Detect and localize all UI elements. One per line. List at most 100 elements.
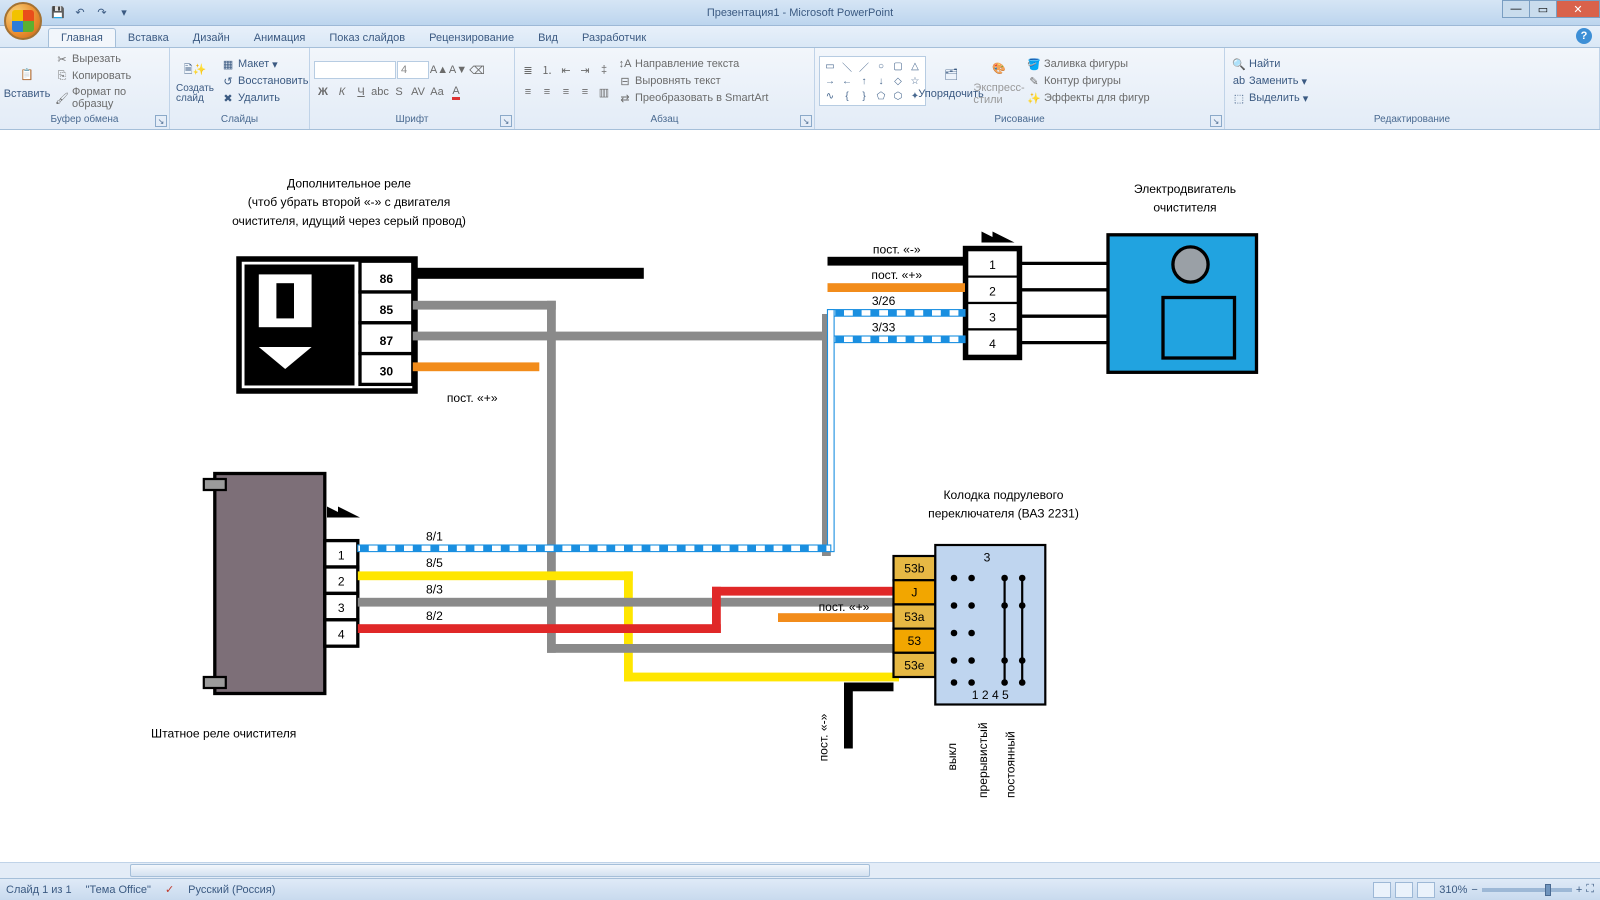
normal-view-button[interactable] xyxy=(1373,882,1391,898)
shape-line-icon[interactable]: ＼ xyxy=(839,59,855,73)
tab-developer[interactable]: Разработчик xyxy=(570,29,658,47)
align-left-button[interactable]: ≡ xyxy=(519,83,537,101)
paragraph-launcher[interactable]: ↘ xyxy=(800,115,812,127)
line-spacing-button[interactable]: ‡ xyxy=(595,61,613,79)
zoom-out-button[interactable]: − xyxy=(1471,884,1477,896)
tab-animation[interactable]: Анимация xyxy=(242,29,318,47)
save-icon[interactable]: 💾 xyxy=(50,5,66,21)
cut-button[interactable]: ✂Вырезать xyxy=(52,51,165,67)
shape-oval-icon[interactable]: ○ xyxy=(873,59,889,73)
slide-workspace[interactable]: Дополнительное реле (чтоб убрать второй … xyxy=(0,130,1600,878)
tab-design[interactable]: Дизайн xyxy=(181,29,242,47)
shape-effects-button[interactable]: ✨Эффекты для фигур xyxy=(1024,90,1153,106)
strike-button[interactable]: abc xyxy=(371,83,389,101)
case-button[interactable]: Aa xyxy=(428,83,446,101)
zoom-in-button[interactable]: + xyxy=(1576,884,1582,896)
shape-hex-icon[interactable]: ⬡ xyxy=(890,89,906,103)
align-center-button[interactable]: ≡ xyxy=(538,83,556,101)
clear-format-button[interactable]: ⌫ xyxy=(468,61,486,79)
svg-text:выкл: выкл xyxy=(945,743,959,771)
fit-window-button[interactable]: ⛶ xyxy=(1586,883,1594,896)
bold-button[interactable]: Ж xyxy=(314,83,332,101)
zoom-slider-thumb[interactable] xyxy=(1545,884,1551,896)
align-right-button[interactable]: ≡ xyxy=(557,83,575,101)
shape-di-icon[interactable]: ◇ xyxy=(890,74,906,88)
shape-line2-icon[interactable]: ／ xyxy=(856,59,872,73)
undo-icon[interactable]: ↶ xyxy=(72,5,88,21)
bullets-button[interactable]: ≣ xyxy=(519,61,537,79)
font-size-combo[interactable]: 4 xyxy=(397,61,429,79)
shape-rrect-icon[interactable]: ▢ xyxy=(890,59,906,73)
horizontal-scrollbar[interactable] xyxy=(0,862,1600,878)
select-button[interactable]: ⬚Выделить▾ xyxy=(1229,90,1311,106)
shape-tri-icon[interactable]: △ xyxy=(907,59,923,73)
svg-text:J: J xyxy=(911,586,917,600)
tab-view[interactable]: Вид xyxy=(526,29,570,47)
paste-button[interactable]: 📋 Вставить xyxy=(4,60,50,102)
italic-button[interactable]: К xyxy=(333,83,351,101)
font-color-button[interactable]: A xyxy=(447,83,465,101)
layout-button[interactable]: ▦Макет▾ xyxy=(218,56,311,72)
shape-brace2-icon[interactable]: } xyxy=(856,89,872,103)
maximize-button[interactable]: ▭ xyxy=(1529,0,1557,18)
justify-button[interactable]: ≡ xyxy=(576,83,594,101)
find-button[interactable]: 🔍Найти xyxy=(1229,56,1311,72)
redo-icon[interactable]: ↷ xyxy=(94,5,110,21)
qat-more-icon[interactable]: ▾ xyxy=(116,5,132,21)
underline-button[interactable]: Ч xyxy=(352,83,370,101)
shape-star-icon[interactable]: ☆ xyxy=(907,74,923,88)
shape-outline-button[interactable]: ✎Контур фигуры xyxy=(1024,73,1153,89)
spacing-button[interactable]: AV xyxy=(409,83,427,101)
shape-rect-icon[interactable]: ▭ xyxy=(822,59,838,73)
close-button[interactable]: ✕ xyxy=(1556,0,1600,18)
convert-smartart-button[interactable]: ⇄Преобразовать в SmartArt xyxy=(615,90,771,106)
shape-brace-icon[interactable]: { xyxy=(839,89,855,103)
slide-canvas[interactable]: Дополнительное реле (чтоб убрать второй … xyxy=(8,138,1592,858)
sorter-view-button[interactable] xyxy=(1395,882,1413,898)
align-text-button[interactable]: ⊟Выровнять текст xyxy=(615,73,771,89)
shape-curve-icon[interactable]: ∿ xyxy=(822,89,838,103)
grow-font-button[interactable]: A▲ xyxy=(430,61,448,79)
scrollbar-thumb[interactable] xyxy=(130,864,870,877)
spellcheck-icon[interactable]: ✓ xyxy=(165,883,174,896)
tab-home[interactable]: Главная xyxy=(48,28,116,47)
shrink-font-button[interactable]: A▼ xyxy=(449,61,467,79)
new-slide-button[interactable]: 🗎✨ Создать слайд xyxy=(174,56,216,106)
zoom-slider[interactable] xyxy=(1482,888,1572,892)
font-name-combo[interactable] xyxy=(314,61,396,79)
font-launcher[interactable]: ↘ xyxy=(500,115,512,127)
replace-button[interactable]: abЗаменить▾ xyxy=(1229,73,1311,89)
increase-indent-button[interactable]: ⇥ xyxy=(576,61,594,79)
zoom-level[interactable]: 310% xyxy=(1439,884,1467,896)
decrease-indent-button[interactable]: ⇤ xyxy=(557,61,575,79)
format-painter-button[interactable]: 🖌Формат по образцу xyxy=(52,85,165,111)
slideshow-view-button[interactable] xyxy=(1417,882,1435,898)
language-indicator[interactable]: Русский (Россия) xyxy=(188,884,275,896)
shape-poly-icon[interactable]: ⬠ xyxy=(873,89,889,103)
text-direction-button[interactable]: ↕AНаправление текста xyxy=(615,56,771,72)
copy-button[interactable]: ⎘Копировать xyxy=(52,68,165,84)
office-button[interactable] xyxy=(4,2,42,40)
arrange-button[interactable]: 🗂Упорядочить xyxy=(928,60,974,102)
delete-button[interactable]: ✖Удалить xyxy=(218,90,311,106)
numbering-button[interactable]: ⒈ xyxy=(538,61,556,79)
shape-fill-button[interactable]: 🪣Заливка фигуры xyxy=(1024,56,1153,72)
columns-button[interactable]: ▥ xyxy=(595,83,613,101)
drawing-launcher[interactable]: ↘ xyxy=(1210,115,1222,127)
tab-review[interactable]: Рецензирование xyxy=(417,29,526,47)
shape-arrow-d-icon[interactable]: ↓ xyxy=(873,74,889,88)
shape-arrow-l-icon[interactable]: ← xyxy=(839,74,855,88)
tab-slideshow[interactable]: Показ слайдов xyxy=(317,29,417,47)
shadow-button[interactable]: S xyxy=(390,83,408,101)
clipboard-icon: 📋 xyxy=(15,62,39,86)
quick-styles-button[interactable]: 🎨Экспресс-стили xyxy=(976,54,1022,108)
clipboard-launcher[interactable]: ↘ xyxy=(155,115,167,127)
shape-arrow-r-icon[interactable]: → xyxy=(822,74,838,88)
copy-icon: ⎘ xyxy=(55,69,69,83)
tab-insert[interactable]: Вставка xyxy=(116,29,181,47)
shapes-gallery[interactable]: ▭＼／○▢△ →←↑↓◇☆ ∿{}⬠⬡✦ xyxy=(819,56,926,106)
minimize-button[interactable]: — xyxy=(1502,0,1530,18)
shape-arrow-u-icon[interactable]: ↑ xyxy=(856,74,872,88)
reset-button[interactable]: ↺Восстановить xyxy=(218,73,311,89)
help-icon[interactable]: ? xyxy=(1576,28,1592,44)
